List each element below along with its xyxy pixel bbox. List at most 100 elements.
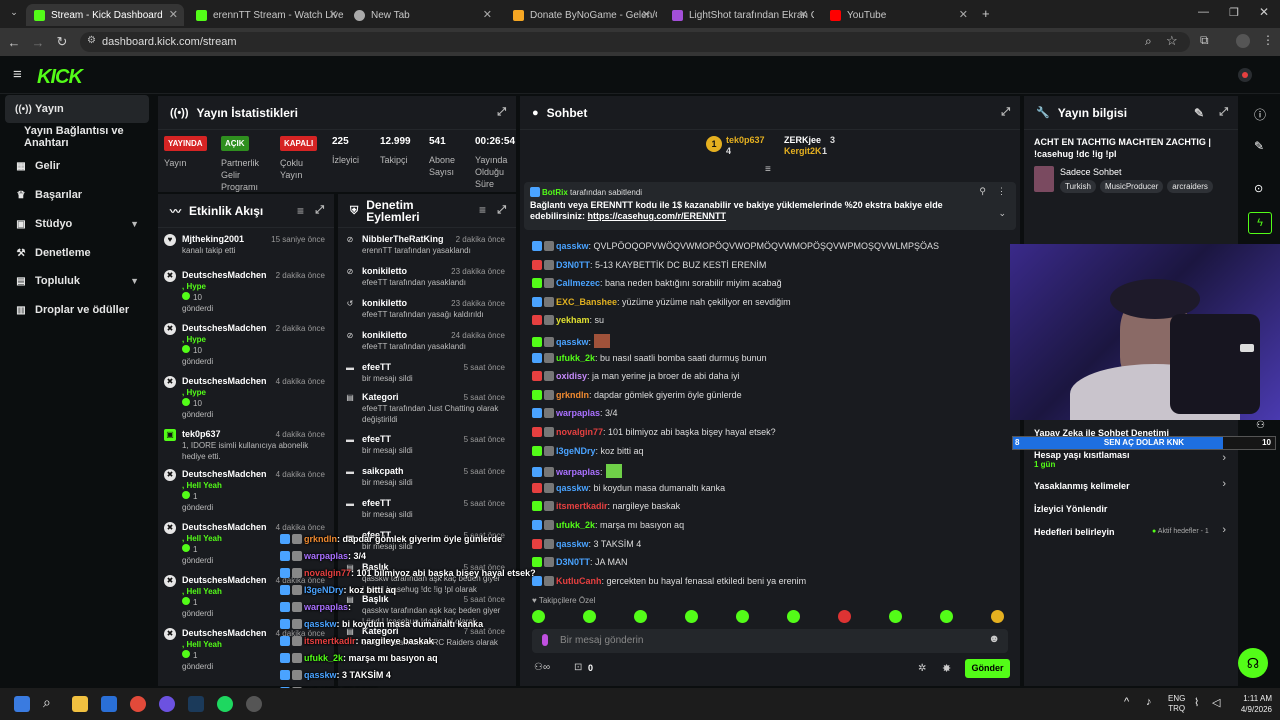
expand-icon[interactable]: ⤢ — [1001, 106, 1010, 119]
chat-username[interactable]: warpaplas — [556, 408, 600, 418]
emote-icon[interactable] — [940, 610, 953, 623]
filter-icon[interactable]: ≡ — [479, 204, 486, 216]
forward-arrow-icon[interactable]: → — [26, 35, 50, 50]
chat-username[interactable]: D3N0TT — [556, 557, 590, 567]
filter-icon[interactable]: ≡ — [297, 204, 304, 218]
setting-banned-words[interactable]: Yasaklanmış kelimeler — [1034, 481, 1130, 491]
chat-username[interactable]: qasskw — [556, 241, 589, 251]
mic-icon[interactable] — [542, 634, 548, 646]
address-bar-input[interactable]: ⚙ dashboard.kick.com/stream — [80, 32, 1190, 52]
chat-username[interactable]: qasskw — [556, 483, 589, 493]
sidebar-item-community[interactable]: ▤ Topluluk ▼ — [5, 267, 149, 295]
emoji-icon[interactable]: ☻ — [988, 633, 1000, 645]
store-icon[interactable] — [101, 696, 117, 712]
chat-username[interactable]: oxidisy — [556, 371, 587, 381]
sidebar-item-stream-key[interactable]: Yayın Bağlantısı ve Anahtarı — [5, 123, 149, 151]
close-tab-icon[interactable]: ✕ — [959, 8, 968, 21]
emote-icon[interactable] — [685, 610, 698, 623]
people-icon[interactable]: ⚇ — [1256, 420, 1265, 431]
expand-icon[interactable]: ⤢ — [497, 106, 506, 119]
edit-pencil-icon[interactable]: ✎ — [1194, 106, 1204, 120]
chat-username[interactable]: Callmezec — [556, 278, 600, 288]
gift-icon[interactable]: ✸ — [942, 662, 951, 675]
send-button[interactable]: Gönder — [965, 659, 1010, 678]
tab-erenntt-stream[interactable]: erennTT Stream - Watch Live o ✕ — [188, 4, 344, 26]
sidebar-item-studio[interactable]: ▣ Stüdyo ▼ — [5, 210, 149, 238]
chat-input[interactable]: Bir mesaj gönderin ☻ — [532, 629, 1008, 653]
spotify-icon[interactable] — [217, 696, 233, 712]
tab-youtube[interactable]: YouTube ✕ — [822, 4, 974, 26]
extensions-icon[interactable]: ⧉ — [1200, 33, 1209, 48]
chat-username[interactable]: qasskw — [556, 337, 589, 347]
tag-chip[interactable]: Turkish — [1060, 180, 1096, 193]
network-icon[interactable]: ⌇ — [1194, 696, 1199, 709]
pin-icon[interactable]: ⚲ — [979, 186, 986, 197]
chat-username[interactable]: ufukk_2k — [556, 520, 595, 530]
discord-icon[interactable] — [159, 696, 175, 712]
volume-icon[interactable]: ◁ — [1212, 696, 1220, 709]
close-tab-icon[interactable]: ✕ — [329, 8, 338, 21]
chat-username[interactable]: grkndln — [556, 390, 589, 400]
sidebar-item-revenue[interactable]: ▦ Gelir — [5, 152, 149, 180]
search-icon[interactable]: ⌕ — [43, 694, 59, 710]
chat-username[interactable]: I3geNDry — [556, 446, 596, 456]
emote-icon[interactable] — [583, 610, 596, 623]
collapse-icon[interactable]: ≡ — [765, 164, 771, 175]
close-tab-icon[interactable]: ✕ — [483, 8, 492, 21]
setting-goals[interactable]: Hedefleri belirleyin — [1034, 527, 1115, 537]
tray-chevron-icon[interactable]: ^ — [1124, 696, 1129, 708]
chat-username[interactable]: yekham — [556, 315, 590, 325]
tab-search-icon[interactable]: ⌄ — [2, 7, 26, 18]
chat-username[interactable]: novalgin77 — [556, 427, 603, 437]
windows-start-icon[interactable] — [14, 696, 30, 712]
maximize-icon[interactable]: ❐ — [1229, 6, 1239, 19]
chat-username[interactable]: ufukk_2k — [556, 353, 595, 363]
hamburger-menu-icon[interactable]: ≡ — [13, 66, 22, 83]
reload-icon[interactable]: ↻ — [50, 34, 74, 50]
target-icon[interactable]: ⊙ — [1254, 182, 1263, 195]
pinned-link[interactable]: https://casehug.com/r/ERENNTT — [588, 211, 727, 221]
tab-lightshot[interactable]: LightShot tarafından Ekran Gör ✕ — [664, 4, 814, 26]
new-tab-plus-icon[interactable]: + — [982, 6, 990, 21]
microphone-icon[interactable]: ♪ — [1146, 696, 1152, 708]
back-arrow-icon[interactable]: ← — [2, 35, 26, 50]
tag-chip[interactable]: arcraiders — [1167, 180, 1213, 193]
tab-kick-dashboard[interactable]: Stream - Kick Dashboard ✕ — [26, 4, 184, 26]
steam-icon[interactable] — [188, 696, 204, 712]
zoom-icon[interactable]: ⌕ — [1145, 34, 1152, 49]
timer-icon[interactable]: ⊡ — [574, 662, 582, 673]
expand-icon[interactable]: ⤢ — [1219, 106, 1228, 119]
support-chat-button[interactable]: ☊ — [1238, 648, 1268, 678]
settings-gear-icon[interactable]: ✲ — [918, 663, 926, 674]
sidebar-item-drops[interactable]: ▥ Droplar ve ödüller — [5, 296, 149, 324]
edit-pencil-icon[interactable]: ✎ — [1254, 139, 1264, 153]
emote-icon[interactable] — [634, 610, 647, 623]
expand-icon[interactable]: ⤢ — [497, 204, 506, 216]
tab-bynogame[interactable]: Donate ByNoGame - Gelen/Gid ✕ — [505, 4, 657, 26]
chevron-down-icon[interactable]: ⌄ — [998, 208, 1006, 219]
chat-username[interactable]: warpaplas — [556, 467, 600, 477]
lightning-icon[interactable]: ϟ — [1248, 212, 1272, 234]
language-indicator[interactable]: ENG TRQ — [1168, 694, 1185, 714]
emote-icon[interactable] — [736, 610, 749, 623]
setting-raid[interactable]: İzleyici Yönlendir — [1034, 504, 1107, 514]
close-tab-icon[interactable]: ✕ — [642, 8, 651, 21]
setting-account-age[interactable]: Hesap yaşı kısıtlaması 1 gün — [1034, 450, 1130, 469]
emote-icon[interactable] — [889, 610, 902, 623]
expand-icon[interactable]: ⤢ — [315, 204, 324, 217]
sidebar-item-stream[interactable]: ((•)) Yayın — [5, 95, 149, 123]
tag-chip[interactable]: MusicProducer — [1099, 180, 1164, 193]
emote-icon[interactable] — [991, 610, 1004, 623]
bookmark-star-icon[interactable]: ☆ — [1166, 33, 1178, 49]
clock[interactable]: 1:11 AM 4/9/2026 — [1228, 693, 1272, 715]
chat-username[interactable]: qasskw — [556, 539, 589, 549]
chat-username[interactable]: D3N0TT — [556, 260, 590, 270]
kick-logo[interactable]: KICK — [37, 66, 83, 89]
file-explorer-icon[interactable] — [72, 696, 88, 712]
chat-username[interactable]: EXC_Banshee — [556, 297, 617, 307]
browser-menu-icon[interactable]: ⋮ — [1262, 33, 1274, 47]
chrome-icon[interactable] — [130, 696, 146, 712]
user-avatar[interactable] — [1238, 68, 1252, 82]
close-tab-icon[interactable]: ✕ — [799, 8, 808, 21]
chat-username[interactable]: itsmertkadir — [556, 501, 608, 511]
